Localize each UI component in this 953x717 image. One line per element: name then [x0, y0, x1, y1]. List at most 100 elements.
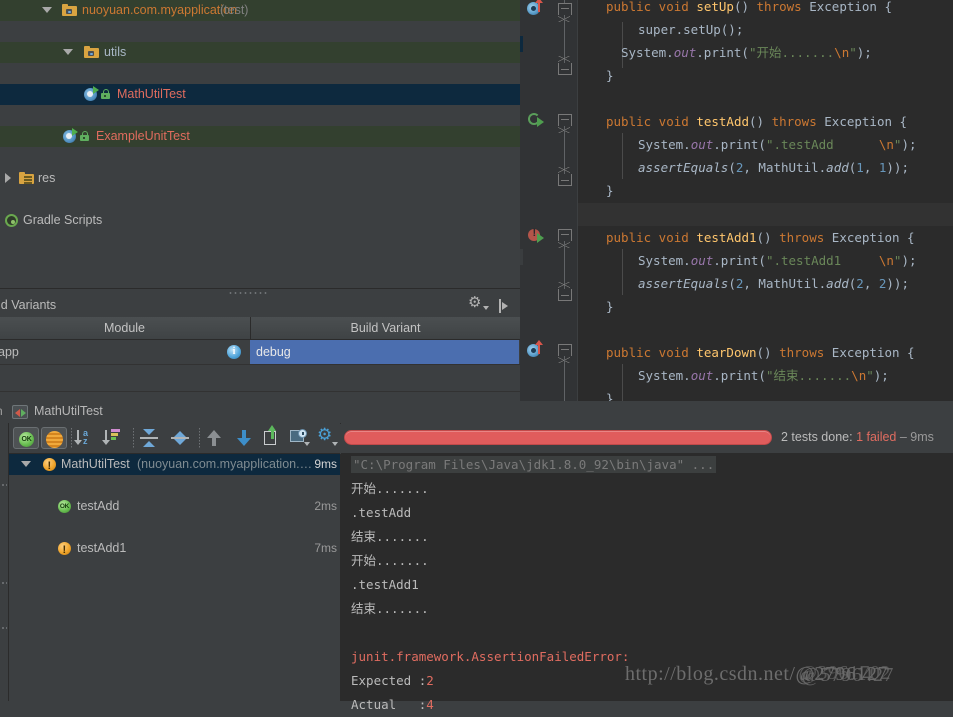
- sort-by-duration-button[interactable]: [102, 429, 125, 447]
- package-folder-icon: [62, 4, 77, 17]
- console-expected-line: Expected :2: [351, 673, 434, 688]
- junit-test-class-icon: [63, 128, 78, 143]
- show-passed-toggle[interactable]: OK: [13, 427, 39, 449]
- show-ignored-toggle[interactable]: [41, 427, 67, 449]
- console-line: 结束.......: [351, 529, 429, 544]
- code-line: }: [606, 391, 614, 401]
- code-line: assertEquals(2, MathUtil.add(2, 2));: [638, 276, 909, 291]
- summary-failed-count: 1 failed: [856, 430, 897, 444]
- code-fold-marker[interactable]: [558, 344, 572, 363]
- run-teardown-override-icon[interactable]: [527, 340, 545, 359]
- code-line: System.out.print("开始.......\n");: [621, 45, 872, 60]
- toolbar-separator: [199, 428, 200, 448]
- code-line: public void setUp() throws Exception {: [606, 0, 893, 14]
- tree-row-package[interactable]: nuoyuan.com.myapplication (test): [0, 0, 520, 21]
- run-tool-window: n MathUtilTest OK az: [0, 401, 953, 712]
- watermark-id-c: @3961702: [798, 662, 891, 684]
- previous-failed-test-button[interactable]: [207, 430, 221, 446]
- test-passed-icon: OK: [58, 500, 71, 513]
- code-fold-marker[interactable]: [558, 114, 572, 133]
- test-failed-icon: [43, 456, 56, 477]
- code-line: System.out.print(".testAdd \n");: [638, 137, 917, 152]
- test-tree-row-method[interactable]: OK testAdd 2ms: [9, 496, 340, 517]
- run-tab-bar: n MathUtilTest: [0, 401, 953, 424]
- chevron-down-icon[interactable]: [42, 5, 53, 16]
- drag-dots[interactable]: [1, 581, 7, 585]
- gradle-icon: [5, 214, 18, 227]
- column-header-module[interactable]: Module: [0, 317, 249, 339]
- tree-row-res[interactable]: res: [0, 168, 520, 189]
- drag-dots[interactable]: [1, 626, 7, 630]
- test-summary-status: 2 tests done: 1 failed – 9ms: [781, 430, 934, 445]
- run-test-method-failed-icon[interactable]: [528, 227, 546, 244]
- run-window-body: OK az ⚙ ! MathUtilTest (nuoyuan.com.myap…: [0, 423, 953, 712]
- test-settings-button[interactable]: [317, 426, 338, 449]
- selection-indicator: [520, 249, 523, 265]
- gear-icon[interactable]: [468, 295, 489, 313]
- code-fold-marker[interactable]: [558, 229, 572, 248]
- project-tree-panel[interactable]: nuoyuan.com.myapplication (test) utils M…: [0, 0, 520, 288]
- run-tab-prefix-label: n: [0, 404, 3, 418]
- tree-label-gradle-scripts: Gradle Scripts: [23, 213, 103, 227]
- test-history-button[interactable]: [290, 429, 310, 447]
- console-actual-line: Actual :4: [351, 697, 434, 712]
- code-fold-marker[interactable]: [558, 3, 572, 22]
- tree-label-package: nuoyuan.com.myapplication: [82, 3, 237, 17]
- tree-label-utils: utils: [104, 45, 127, 59]
- test-class-package: (nuoyuan.com.myapplication.…: [137, 457, 313, 471]
- test-runner-toolbar[interactable]: OK az: [9, 423, 340, 454]
- test-class-name: MathUtilTest: [61, 457, 130, 471]
- tree-row-mathutiltest[interactable]: MathUtilTest: [0, 84, 520, 105]
- fold-dash: [561, 349, 569, 350]
- table-row[interactable]: app i debug: [0, 340, 520, 365]
- run-tab-title[interactable]: MathUtilTest: [34, 404, 103, 418]
- collapse-panel-icon[interactable]: [498, 299, 512, 313]
- fold-dash: [561, 8, 569, 9]
- tree-label-mathutiltest: MathUtilTest: [117, 87, 186, 101]
- chevron-right-icon[interactable]: [3, 173, 14, 184]
- toolbar-separator: [71, 428, 72, 448]
- build-variant-cell[interactable]: debug: [250, 340, 519, 364]
- tree-row-utils[interactable]: utils: [0, 42, 520, 63]
- info-icon[interactable]: i: [227, 345, 241, 359]
- code-line: super.setUp();: [638, 22, 744, 37]
- watermark-url: http://blog.csdn.net/: [625, 663, 796, 685]
- test-duration: 9ms: [314, 457, 337, 471]
- code-line: }: [606, 183, 614, 198]
- package-folder-icon: [84, 46, 99, 59]
- console-line: "C:\Program Files\Java\jdk1.8.0_92\bin\j…: [351, 453, 717, 477]
- console-line: .testAdd1: [351, 577, 419, 592]
- column-header-build-variant[interactable]: Build Variant: [250, 317, 520, 339]
- collapse-all-button[interactable]: [171, 429, 189, 447]
- chevron-down-icon[interactable]: [63, 47, 74, 58]
- code-line: }: [606, 299, 614, 314]
- run-setup-override-icon[interactable]: [527, 0, 545, 17]
- code-line: public void testAdd1() throws Exception …: [606, 230, 915, 245]
- test-tree-row-method[interactable]: testAdd1 7ms: [9, 538, 340, 561]
- ignored-tests-icon: [46, 431, 63, 448]
- drag-dots[interactable]: [1, 483, 7, 487]
- test-tree-row-class[interactable]: MathUtilTest (nuoyuan.com.myapplication.…: [9, 454, 340, 477]
- test-results-tree[interactable]: MathUtilTest (nuoyuan.com.myapplication.…: [9, 454, 341, 701]
- console-error-line[interactable]: junit.framework.AssertionFailedError:: [351, 645, 629, 669]
- tree-row-gradle-scripts[interactable]: Gradle Scripts: [0, 210, 520, 231]
- code-line: System.out.print(".testAdd1 \n");: [638, 253, 917, 268]
- console-command-line: "C:\Program Files\Java\jdk1.8.0_92\bin\j…: [351, 456, 717, 473]
- res-folder-icon: [19, 172, 34, 185]
- chevron-down-icon[interactable]: [21, 461, 31, 467]
- tree-label-exampleunittest: ExampleUnitTest: [96, 129, 190, 143]
- module-name-cell: app: [0, 345, 19, 359]
- test-progress-bar: [344, 430, 772, 445]
- test-run-tab-icon: [12, 405, 28, 419]
- next-failed-test-button[interactable]: [237, 430, 251, 446]
- fold-region-line: [564, 356, 565, 401]
- sort-alphabetically-button[interactable]: az: [74, 428, 97, 447]
- run-test-method-icon[interactable]: [528, 112, 546, 128]
- export-test-results-button[interactable]: [264, 425, 282, 447]
- fold-dash: [561, 180, 569, 181]
- expand-all-button[interactable]: [140, 429, 158, 447]
- tree-row-exampleunittest[interactable]: ExampleUnitTest: [0, 126, 520, 147]
- test-output-console[interactable]: 2 tests done: 1 failed – 9ms "C:\Program…: [341, 423, 953, 712]
- code-editor[interactable]: public void setUp() throws Exception { s…: [520, 0, 953, 401]
- editor-code-area[interactable]: public void setUp() throws Exception { s…: [578, 0, 953, 401]
